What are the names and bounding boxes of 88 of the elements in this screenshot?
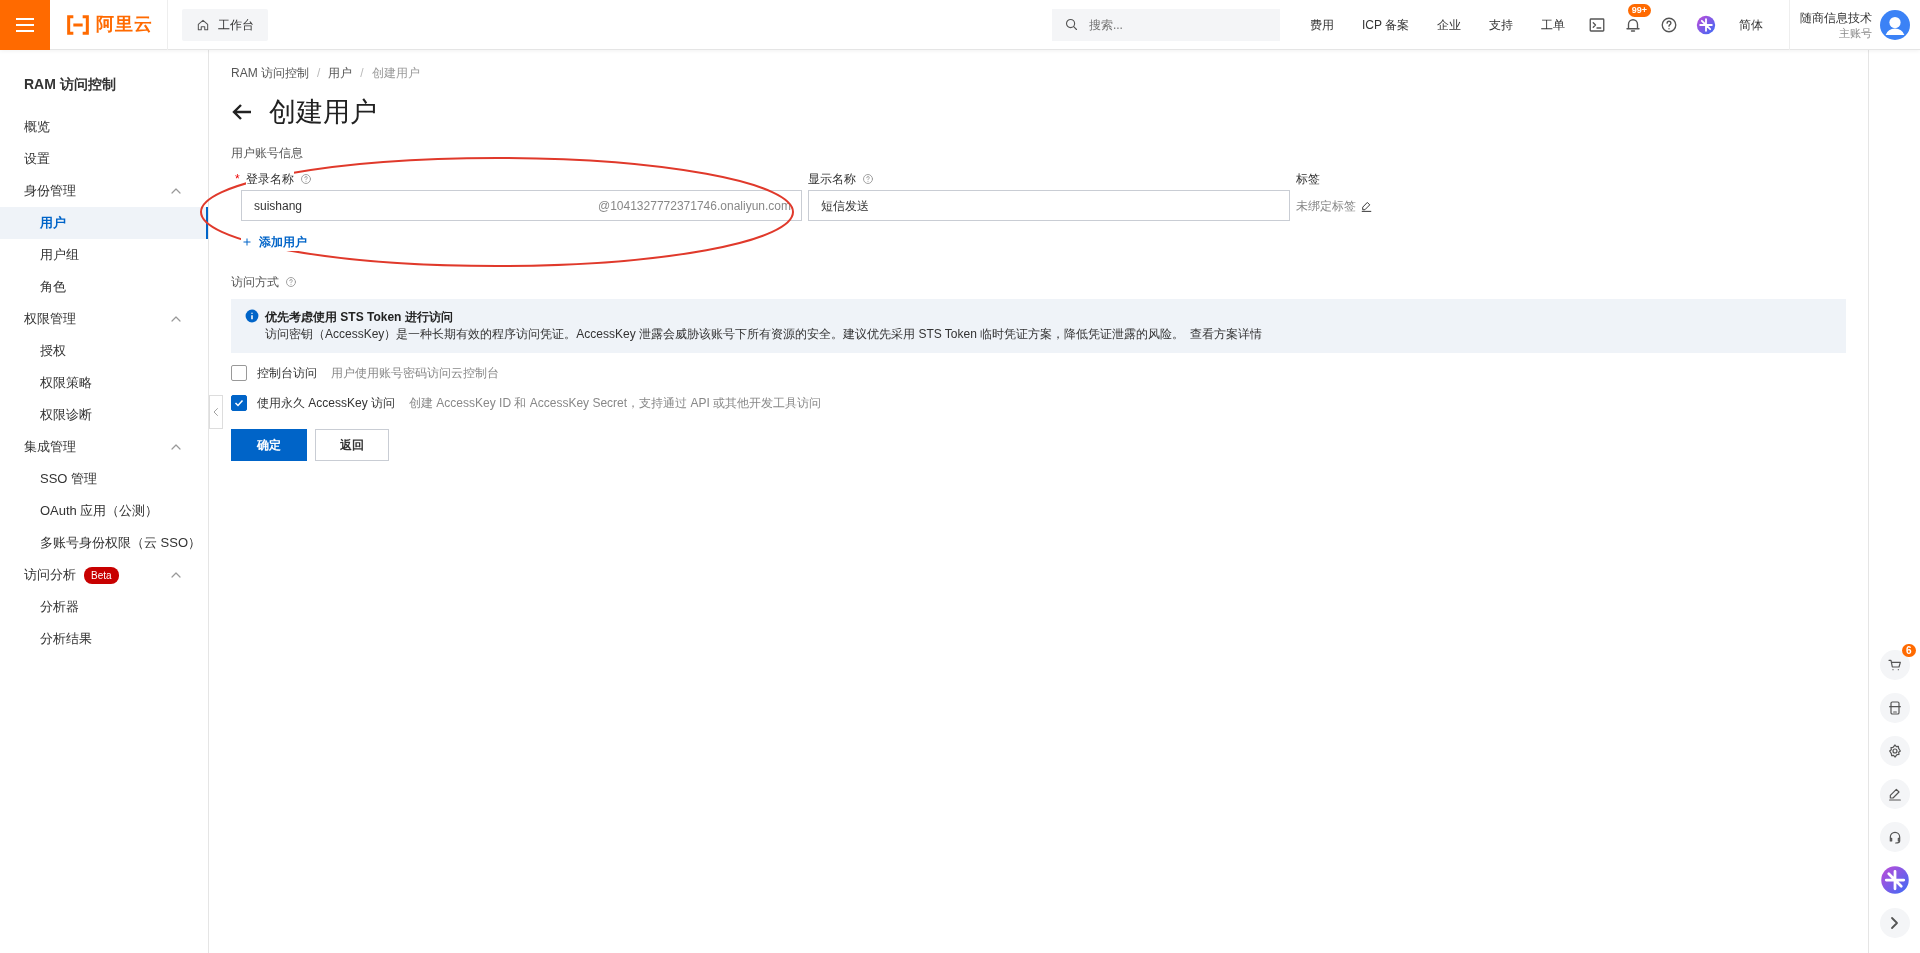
sidebar-group[interactable]: 集成管理 bbox=[0, 431, 208, 463]
chevron-right-icon bbox=[1890, 916, 1899, 930]
field-label: 标签 bbox=[1296, 171, 1321, 189]
pencil-icon bbox=[1360, 200, 1373, 214]
sidebar-item[interactable]: 设置 bbox=[0, 143, 208, 175]
required-mark: * bbox=[235, 171, 240, 189]
menu-button[interactable] bbox=[0, 0, 50, 50]
tag-status: 未绑定标签 bbox=[1296, 197, 1356, 215]
language-link[interactable]: 简体 bbox=[1725, 15, 1777, 34]
sidebar-group[interactable]: 身份管理 bbox=[0, 175, 208, 207]
field-label: 显示名称 bbox=[808, 171, 856, 189]
add-user-link[interactable]: 添加用户 bbox=[241, 233, 307, 252]
option-description: 用户使用账号密码访问云控制台 bbox=[331, 365, 499, 383]
sidebar-item[interactable]: SSO 管理 bbox=[0, 463, 208, 495]
option-description: 创建 AccessKey ID 和 AccessKey Secret，支持通过 API 或其他开发工具访问 bbox=[409, 395, 822, 413]
back-button[interactable]: 返回 bbox=[315, 429, 389, 462]
search-field[interactable]: 搜索... bbox=[1051, 8, 1280, 41]
plus-icon bbox=[241, 236, 253, 249]
sidebar-group[interactable]: 访问分析 Beta bbox=[0, 559, 208, 591]
search-icon bbox=[1063, 17, 1079, 32]
breadcrumb-separator: / bbox=[317, 65, 321, 82]
alert-title: 优先考虑使用 STS Token 进行访问 bbox=[265, 309, 454, 327]
domain-suffix: @1041327772371746.onaliyun.com bbox=[598, 197, 791, 215]
nav-link[interactable]: 费用 bbox=[1295, 15, 1348, 34]
sidebar-group-label: 访问分析 bbox=[24, 566, 76, 585]
notification-badge: 99+ bbox=[1627, 3, 1651, 17]
sidebar-group-label: 身份管理 bbox=[24, 182, 76, 201]
login-name-field[interactable]: suishang @1041327772371746.onaliyun.com bbox=[241, 190, 802, 222]
sparkle-icon bbox=[1696, 14, 1716, 35]
breadcrumb-separator: / bbox=[360, 65, 364, 82]
sidebar-group[interactable]: 权限管理 bbox=[0, 303, 208, 335]
search-input[interactable]: 搜索... bbox=[1086, 14, 1267, 35]
sidebar-item[interactable]: 分析结果 bbox=[0, 623, 208, 655]
sidebar-group-label: 权限管理 bbox=[24, 310, 76, 329]
beta-badge: Beta bbox=[84, 566, 119, 584]
account-role: 主账号 bbox=[1838, 25, 1872, 40]
checkbox-label: 使用永久 AccessKey 访问 bbox=[257, 395, 396, 413]
cart-icon bbox=[1886, 657, 1903, 673]
sparkle-button[interactable] bbox=[1879, 865, 1910, 895]
sidebar-title: RAM 访问控制 bbox=[23, 75, 117, 94]
nav-link[interactable]: 企业 bbox=[1423, 15, 1475, 34]
breadcrumb-link[interactable]: 用户 bbox=[328, 64, 353, 82]
nav-link[interactable]: 支持 bbox=[1475, 15, 1527, 34]
workbench-button[interactable]: 工作台 bbox=[182, 8, 268, 41]
checkbox[interactable] bbox=[231, 365, 247, 382]
help-icon bbox=[1660, 15, 1678, 34]
sidebar-item[interactable]: 权限诊断 bbox=[0, 399, 208, 431]
sidebar-item[interactable]: 权限策略 bbox=[0, 367, 208, 399]
help-icon bbox=[299, 173, 312, 186]
sidebar-item[interactable]: 分析器 bbox=[0, 591, 208, 623]
field-label: 访问方式 bbox=[231, 274, 279, 292]
confirm-button[interactable]: 确定 bbox=[231, 429, 307, 462]
sidebar-item[interactable]: 授权 bbox=[0, 335, 208, 367]
logo-text: 阿里云 bbox=[96, 13, 153, 36]
alert-text: 访问密钥（AccessKey）是一种长期有效的程序访问凭证。AccessKey 泄露会威胁该账号下所有资源的安全。建议优先采用 STS Token 临时凭证方案，降低凭证泄露的风险。 查看方案详情 bbox=[265, 326, 1263, 344]
chevron-right-button[interactable] bbox=[1879, 908, 1910, 938]
page-title: 创建用户 bbox=[269, 96, 377, 129]
sidebar-item[interactable]: 用户组 bbox=[0, 239, 208, 271]
checkbox-label: 控制台访问 bbox=[257, 365, 317, 383]
phone-button[interactable] bbox=[1879, 693, 1910, 723]
home-icon bbox=[196, 17, 210, 32]
sparkle-icon bbox=[1879, 865, 1910, 895]
sidebar-item[interactable]: 多账号身份权限（云 SSO） bbox=[0, 527, 208, 559]
info-icon bbox=[245, 309, 259, 324]
settings-icon bbox=[1886, 743, 1903, 759]
account-name: 随商信息技术 bbox=[1800, 9, 1872, 26]
sidebar-item[interactable]: 用户 bbox=[0, 207, 208, 239]
sidebar-item[interactable]: 概览 bbox=[0, 111, 208, 143]
headset-button[interactable] bbox=[1879, 822, 1910, 852]
display-name-field[interactable]: 短信发送 bbox=[808, 190, 1290, 222]
pencil-icon bbox=[1886, 786, 1903, 802]
help-icon bbox=[862, 173, 874, 186]
pencil-button[interactable] bbox=[1879, 779, 1910, 809]
terminal-icon bbox=[1588, 15, 1606, 34]
breadcrumb-link[interactable]: RAM 访问控制 bbox=[231, 64, 309, 82]
sidebar-item[interactable]: OAuth 应用（公测） bbox=[0, 495, 208, 527]
section-label: 用户账号信息 bbox=[231, 145, 304, 163]
settings-button[interactable] bbox=[1879, 736, 1910, 766]
count-badge: 6 bbox=[1901, 644, 1916, 657]
sidebar-item[interactable]: 角色 bbox=[0, 271, 208, 303]
help-icon bbox=[285, 276, 297, 289]
checkbox[interactable] bbox=[231, 395, 247, 412]
nav-link[interactable]: 工单 bbox=[1527, 15, 1579, 34]
nav-link[interactable]: ICP 备案 bbox=[1347, 15, 1423, 34]
phone-icon bbox=[1886, 700, 1903, 716]
sidebar-group-label: 集成管理 bbox=[24, 438, 76, 457]
avatar-icon bbox=[1880, 9, 1910, 40]
details-link[interactable]: 查看方案详情 bbox=[1190, 327, 1263, 342]
